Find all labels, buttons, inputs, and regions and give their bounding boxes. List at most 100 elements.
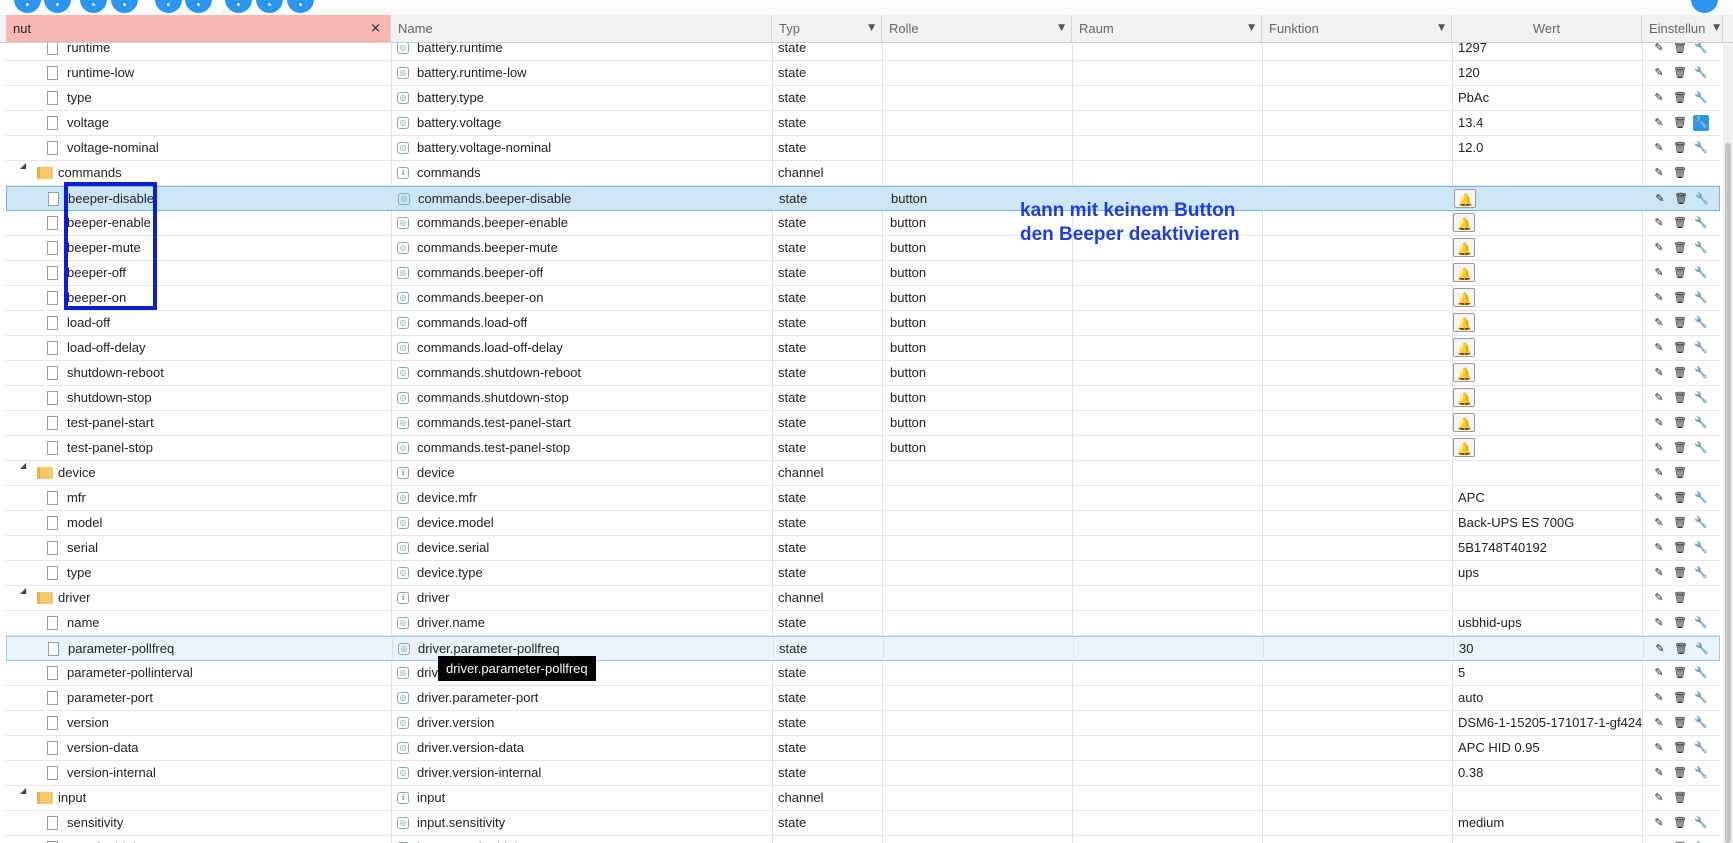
wrench-icon[interactable]: 🔧 (1693, 765, 1709, 781)
wrench-icon[interactable]: 🔧 (1693, 715, 1709, 731)
edit-icon[interactable]: ✎ (1651, 115, 1667, 131)
wrench-icon[interactable]: 🔧 (1693, 315, 1709, 331)
table-row[interactable]: voltage-nominal ◎ battery.voltage-nominal s… (6, 136, 1720, 161)
edit-icon[interactable]: ✎ (1651, 90, 1667, 106)
trigger-button[interactable]: 🔔 (1453, 313, 1475, 332)
col-header-name[interactable]: Name (391, 15, 772, 42)
settings-button[interactable]: • (185, 0, 212, 13)
table-row[interactable]: beeper-mute ◎ commands.beeper-mute state but… (6, 236, 1720, 261)
edit-icon[interactable]: ✎ (1651, 265, 1667, 281)
table-row[interactable]: voltage ◎ battery.voltage state 13.4 ✎ 🗑 🔧 (6, 111, 1720, 136)
wrench-icon[interactable]: 🔧 (1693, 340, 1709, 356)
object-value[interactable]: APC HID 0.95 (1458, 736, 1540, 760)
edit-icon[interactable]: ✎ (1651, 315, 1667, 331)
wrench-icon[interactable]: 🔧 (1693, 615, 1709, 631)
table-row[interactable]: test-panel-start ◎ commands.test-panel-sta… (6, 411, 1720, 436)
trigger-button[interactable]: 🔔 (1453, 238, 1475, 257)
refresh-button[interactable]: • (14, 0, 41, 13)
wrench-icon[interactable]: 🔧 (1694, 641, 1710, 657)
wrench-icon[interactable]: 🔧 (1693, 565, 1709, 581)
object-value[interactable]: medium (1458, 811, 1504, 835)
delete-icon[interactable]: 🗑 (1672, 490, 1688, 506)
edit-icon[interactable]: ✎ (1651, 415, 1667, 431)
delete-icon[interactable]: 🗑 (1672, 290, 1688, 306)
trigger-button[interactable]: 🔔 (1453, 263, 1475, 282)
edit-icon[interactable]: ✎ (1651, 765, 1667, 781)
col-header-role[interactable]: Rolle ▼ (882, 15, 1072, 42)
delete-icon[interactable]: 🗑 (1672, 43, 1688, 56)
delete-icon[interactable]: 🗑 (1672, 240, 1688, 256)
wrench-icon[interactable]: 🔧 (1693, 540, 1709, 556)
table-row[interactable]: runtime ◎ battery.runtime state 1297 ✎ 🗑 🔧 (6, 43, 1720, 61)
table-row[interactable]: load-off ◎ commands.load-off state button 🔔 ✎ 🗑… (6, 311, 1720, 336)
edit-icon[interactable]: ✎ (1651, 565, 1667, 581)
delete-icon[interactable]: 🗑 (1672, 815, 1688, 831)
delete-icon[interactable]: 🗑 (1672, 365, 1688, 381)
wrench-icon[interactable]: 🔧 (1693, 815, 1709, 831)
edit-icon[interactable]: ✎ (1651, 43, 1667, 56)
search-button[interactable] (1691, 0, 1718, 13)
edit-icon[interactable]: ✎ (1651, 715, 1667, 731)
table-row[interactable]: parameter-pollinterval◎driver.parameter-… (6, 661, 1720, 686)
trigger-button[interactable]: 🔔 (1454, 189, 1476, 208)
edit-icon[interactable]: ✎ (1651, 465, 1667, 481)
clear-filter-icon[interactable]: × (370, 15, 381, 42)
table-row[interactable]: parameter-port ◎ driver.parameter-port stat… (6, 686, 1720, 711)
save-button[interactable]: • (111, 0, 138, 13)
object-value[interactable]: 13.4 (1458, 111, 1483, 135)
object-value[interactable]: APC (1458, 486, 1485, 510)
wrench-icon[interactable]: 🔧 (1693, 390, 1709, 406)
collapse-toggle-icon[interactable]: ◢ (20, 786, 26, 795)
wrench-icon[interactable]: 🔧 (1693, 515, 1709, 531)
trigger-button[interactable]: 🔔 (1453, 438, 1475, 457)
wrench-icon[interactable]: 🔧 (1693, 90, 1709, 106)
delete-icon[interactable]: 🗑 (1672, 740, 1688, 756)
import-button[interactable]: • (155, 0, 182, 13)
edit-icon[interactable]: ✎ (1652, 191, 1668, 207)
edit-icon[interactable]: ✎ (1651, 440, 1667, 456)
object-value[interactable]: 1297 (1458, 43, 1487, 60)
table-row[interactable]: beeper-enable ◎ commands.beeper-enable stat… (6, 211, 1720, 236)
table-row[interactable]: mfr ◎ device.mfr state APC ✎ 🗑 🔧 (6, 486, 1720, 511)
edit-icon[interactable]: ✎ (1651, 290, 1667, 306)
wrench-icon[interactable]: 🔧 (1693, 140, 1709, 156)
table-row[interactable]: version-internal ◎ driver.version-internal… (6, 761, 1720, 786)
scrollbar-thumb[interactable] (1725, 143, 1731, 843)
delete-icon[interactable]: 🗑 (1672, 265, 1688, 281)
edit-icon[interactable]: ✎ (1651, 340, 1667, 356)
delete-icon[interactable]: 🗑 (1672, 115, 1688, 131)
edit-icon[interactable]: ✎ (1651, 165, 1667, 181)
edit-icon[interactable]: ✎ (1651, 540, 1667, 556)
table-row[interactable]: type ◎ battery.type state PbAc ✎ 🗑 🔧 (6, 86, 1720, 111)
table-row[interactable]: beeper-on ◎ commands.beeper-on state button 🔔… (6, 286, 1720, 311)
delete-icon[interactable]: 🗑 (1672, 315, 1688, 331)
delete-icon[interactable]: 🗑 (1672, 565, 1688, 581)
download-button[interactable]: • (287, 0, 314, 13)
delete-icon[interactable]: 🗑 (1672, 340, 1688, 356)
wrench-icon[interactable]: 🔧 (1693, 740, 1709, 756)
object-value[interactable]: auto (1458, 686, 1483, 710)
col-header-value[interactable]: Wert (1452, 15, 1642, 42)
delete-icon[interactable]: 🗑 (1673, 191, 1689, 207)
delete-icon[interactable]: 🗑 (1672, 515, 1688, 531)
object-value[interactable]: usbhid-ups (1458, 611, 1522, 635)
folder-button[interactable]: • (80, 0, 107, 13)
table-row[interactable]: load-off-delay ◎ commands.load-off-delay st… (6, 336, 1720, 361)
collapse-toggle-icon[interactable]: ◢ (20, 161, 26, 170)
edit-icon[interactable]: ✎ (1651, 790, 1667, 806)
object-value[interactable]: Back-UPS ES 700G (1458, 511, 1574, 535)
object-value[interactable]: 0.38 (1458, 761, 1483, 785)
delete-icon[interactable]: 🗑 (1672, 65, 1688, 81)
delete-icon[interactable]: 🗑 (1672, 465, 1688, 481)
table-row[interactable]: beeper-disable ◎ commands.beeper-disable st… (6, 186, 1720, 211)
delete-icon[interactable]: 🗑 (1672, 90, 1688, 106)
wrench-icon[interactable]: 🔧 (1693, 290, 1709, 306)
object-value[interactable]: 30 (1459, 637, 1473, 661)
table-row[interactable]: name ◎ driver.name state usbhid-ups ✎ 🗑 🔧 (6, 611, 1720, 636)
col-header-room[interactable]: Raum ▼ (1072, 15, 1262, 42)
wrench-icon[interactable]: 🔧 (1693, 240, 1709, 256)
table-row[interactable]: runtime-low ◎ battery.runtime-low state 120 ✎… (6, 61, 1720, 86)
edit-icon[interactable]: ✎ (1651, 215, 1667, 231)
wrench-icon[interactable]: 🔧 (1693, 215, 1709, 231)
delete-icon[interactable]: 🗑 (1672, 540, 1688, 556)
